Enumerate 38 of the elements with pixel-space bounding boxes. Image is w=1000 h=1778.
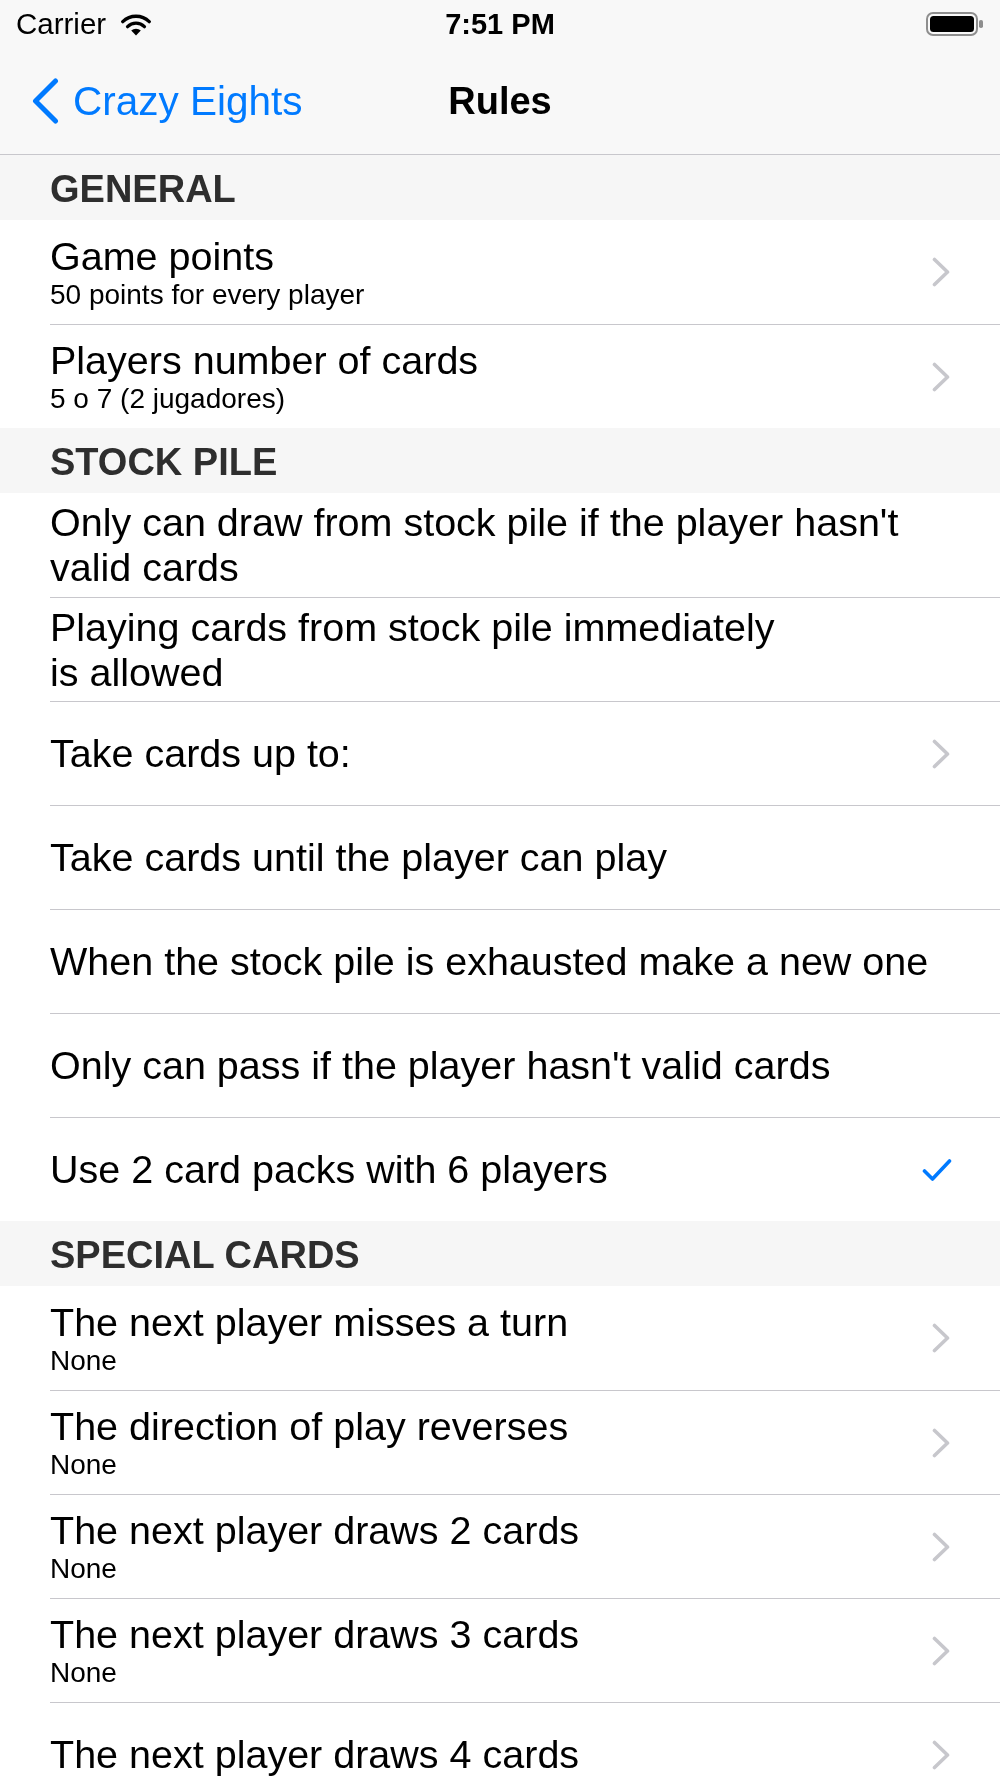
setting-title[interactable]: Take cards up to: [50, 731, 351, 776]
chevron-icon [932, 1635, 950, 1666]
back-button[interactable]: Crazy Eights [31, 77, 303, 125]
chevron-icon [932, 361, 950, 392]
setting-value: 5 o 7 (2 jugadores) [50, 383, 286, 415]
setting-title[interactable]: Use 2 card packs with 6 players [50, 1147, 608, 1192]
setting-value: None [50, 1553, 117, 1585]
setting-title[interactable]: Only can pass if the player hasn't valid cards [50, 1043, 831, 1088]
setting-value: None [50, 1344, 117, 1377]
chevron-icon [932, 1531, 950, 1562]
setting-title[interactable]: Players number of cards [50, 338, 479, 383]
setting-title[interactable]: The next player misses a turn [50, 1299, 569, 1345]
setting-title[interactable]: The next player draws 4 cards [50, 1732, 580, 1777]
chevron-icon [932, 257, 950, 287]
setting-title[interactable]: Game points [50, 233, 274, 279]
section-header: SPECIAL CARDS [0, 1221, 1000, 1286]
status-time: 7:51 PM [445, 7, 555, 41]
setting-title[interactable]: Only can draw from stock pile if the player hasn't valid cards [50, 500, 950, 590]
setting-title[interactable]: Playing cards from stock pile immediately is allowed [50, 604, 775, 695]
chevron-icon [932, 1323, 950, 1353]
carrier-label: Carrier [16, 7, 107, 41]
wifi-icon [121, 12, 152, 36]
chevron-icon [932, 738, 950, 769]
back-chevron-icon [31, 78, 59, 124]
setting-title[interactable]: When the stock pile is exhausted make a new one [50, 939, 929, 984]
setting-title[interactable]: The direction of play reverses [50, 1404, 569, 1449]
setting-title[interactable]: Take cards until the player can play [50, 835, 667, 880]
setting-value: None [50, 1657, 117, 1689]
chevron-icon [932, 1739, 950, 1770]
section-header: GENERAL [0, 155, 1000, 220]
navigation-title: Rules [448, 79, 552, 123]
setting-value: None [50, 1449, 117, 1481]
chevron-icon [932, 1427, 950, 1458]
setting-title[interactable]: The next player draws 3 cards [50, 1612, 580, 1657]
battery-icon [926, 12, 984, 36]
setting-value: 50 points for every player [50, 278, 365, 311]
setting-title[interactable]: The next player draws 2 cards [50, 1508, 580, 1553]
section-header: STOCK PILE [0, 428, 1000, 493]
